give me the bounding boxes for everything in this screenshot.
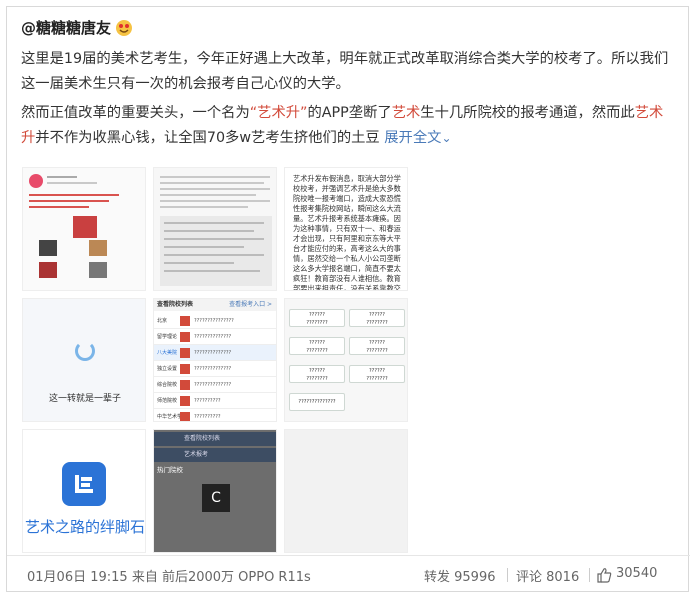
image-caption: 艺术之路的绊脚石 <box>25 518 146 536</box>
image-thumbnail-6[interactable]: ?????????????? ?????????????? ??????????… <box>284 298 408 422</box>
image-thumbnail-2[interactable] <box>153 167 277 291</box>
list-item: 留学理论?????????????? <box>154 329 276 345</box>
post-header: @糖糖糖唐友 <box>21 17 133 38</box>
like-count[interactable]: 30540 <box>616 566 657 581</box>
grid-button: ?????????????? <box>289 393 345 411</box>
image-thumbnail-5[interactable]: 查看报考入口 > 查看院校列表 北京??????????????? 留学理论???… <box>153 298 277 422</box>
image-thumbnail-3[interactable]: 艺术升发布假消息，取消大部分学校校考，并强调艺术升是绝大多数院校唯一报考端口，造… <box>284 167 408 291</box>
repost-button[interactable]: 转发 95996 <box>424 566 496 585</box>
image-thumbnail-4[interactable]: 这一转就是一辈子 <box>22 298 146 422</box>
image-caption: 这一转就是一辈子 <box>48 394 121 404</box>
smile-emoji-icon <box>116 19 133 36</box>
image-thumbnail-8[interactable]: 查看院校列表 艺术报考 热门院校 C <box>153 429 277 553</box>
list-item: 综合院校?????????????? <box>154 377 276 393</box>
post-paragraph-2: 然而正值改革的重要关头，一个名为“艺术升”的APP垄断了艺术生十几所院校的报考通… <box>21 105 664 146</box>
list-item: 八大美院?????????????? <box>154 345 276 361</box>
list-item: 北京??????????????? <box>154 313 276 329</box>
post-body: 这里是19届的美术艺考生，今年正好遇上大改革，明年就正式改革取消综合类大学的校考… <box>21 47 676 155</box>
list-item: 中华艺术学院?????????? <box>154 409 276 421</box>
app-logo-icon <box>62 462 106 506</box>
image-thumbnail-1[interactable] <box>22 167 146 291</box>
username[interactable]: @糖糖糖唐友 <box>21 17 111 38</box>
post-paragraph-1: 这里是19届的美术艺考生，今年正好遇上大改革，明年就正式改革取消综合类大学的校考… <box>21 51 669 92</box>
weibo-post-card: @糖糖糖唐友 这里是19届的美术艺考生，今年正好遇上大改革，明年就正式改革取消综… <box>6 6 690 593</box>
grid-button: ?????????????? <box>349 309 405 327</box>
thumbs-up-icon[interactable] <box>596 567 612 583</box>
grid-button: ?????????????? <box>349 337 405 355</box>
grid-button: ?????????????? <box>349 365 405 383</box>
list-item: 师范院校?????????? <box>154 393 276 409</box>
highlight-text: “艺术升” <box>249 105 308 121</box>
grid-button: ?????????????? <box>289 309 345 327</box>
image-grid: 艺术升发布假消息，取消大部分学校校考，并强调艺术升是绝大多数院校唯一报考端口，造… <box>22 167 408 553</box>
loading-spinner-icon <box>75 341 95 361</box>
highlight-text: 艺术 <box>391 105 421 121</box>
grid-button: ?????????????? <box>289 365 345 383</box>
image-text: 艺术升发布假消息，取消大部分学校校考，并强调艺术升是绝大多数院校唯一报考端口，造… <box>293 174 401 291</box>
comment-button[interactable]: 评论 8016 <box>516 566 579 585</box>
post-meta: 01月06日 19:15 来自 前后2000万 OPPO R11s <box>27 570 311 585</box>
avatar <box>29 174 43 188</box>
image-thumbnail-7[interactable]: 艺术之路的绊脚石 <box>22 429 146 553</box>
expand-full-text-link[interactable]: 展开全文 <box>384 130 441 146</box>
list-item: 独立设置?????????????? <box>154 361 276 377</box>
image-thumbnail-9[interactable] <box>284 429 408 553</box>
post-footer: 01月06日 19:15 来自 前后2000万 OPPO R11s 转发 959… <box>7 555 690 593</box>
grid-button: ?????????????? <box>289 337 345 355</box>
chevron-down-icon[interactable]: ⌄ <box>441 131 451 145</box>
loading-icon: C <box>202 484 230 512</box>
